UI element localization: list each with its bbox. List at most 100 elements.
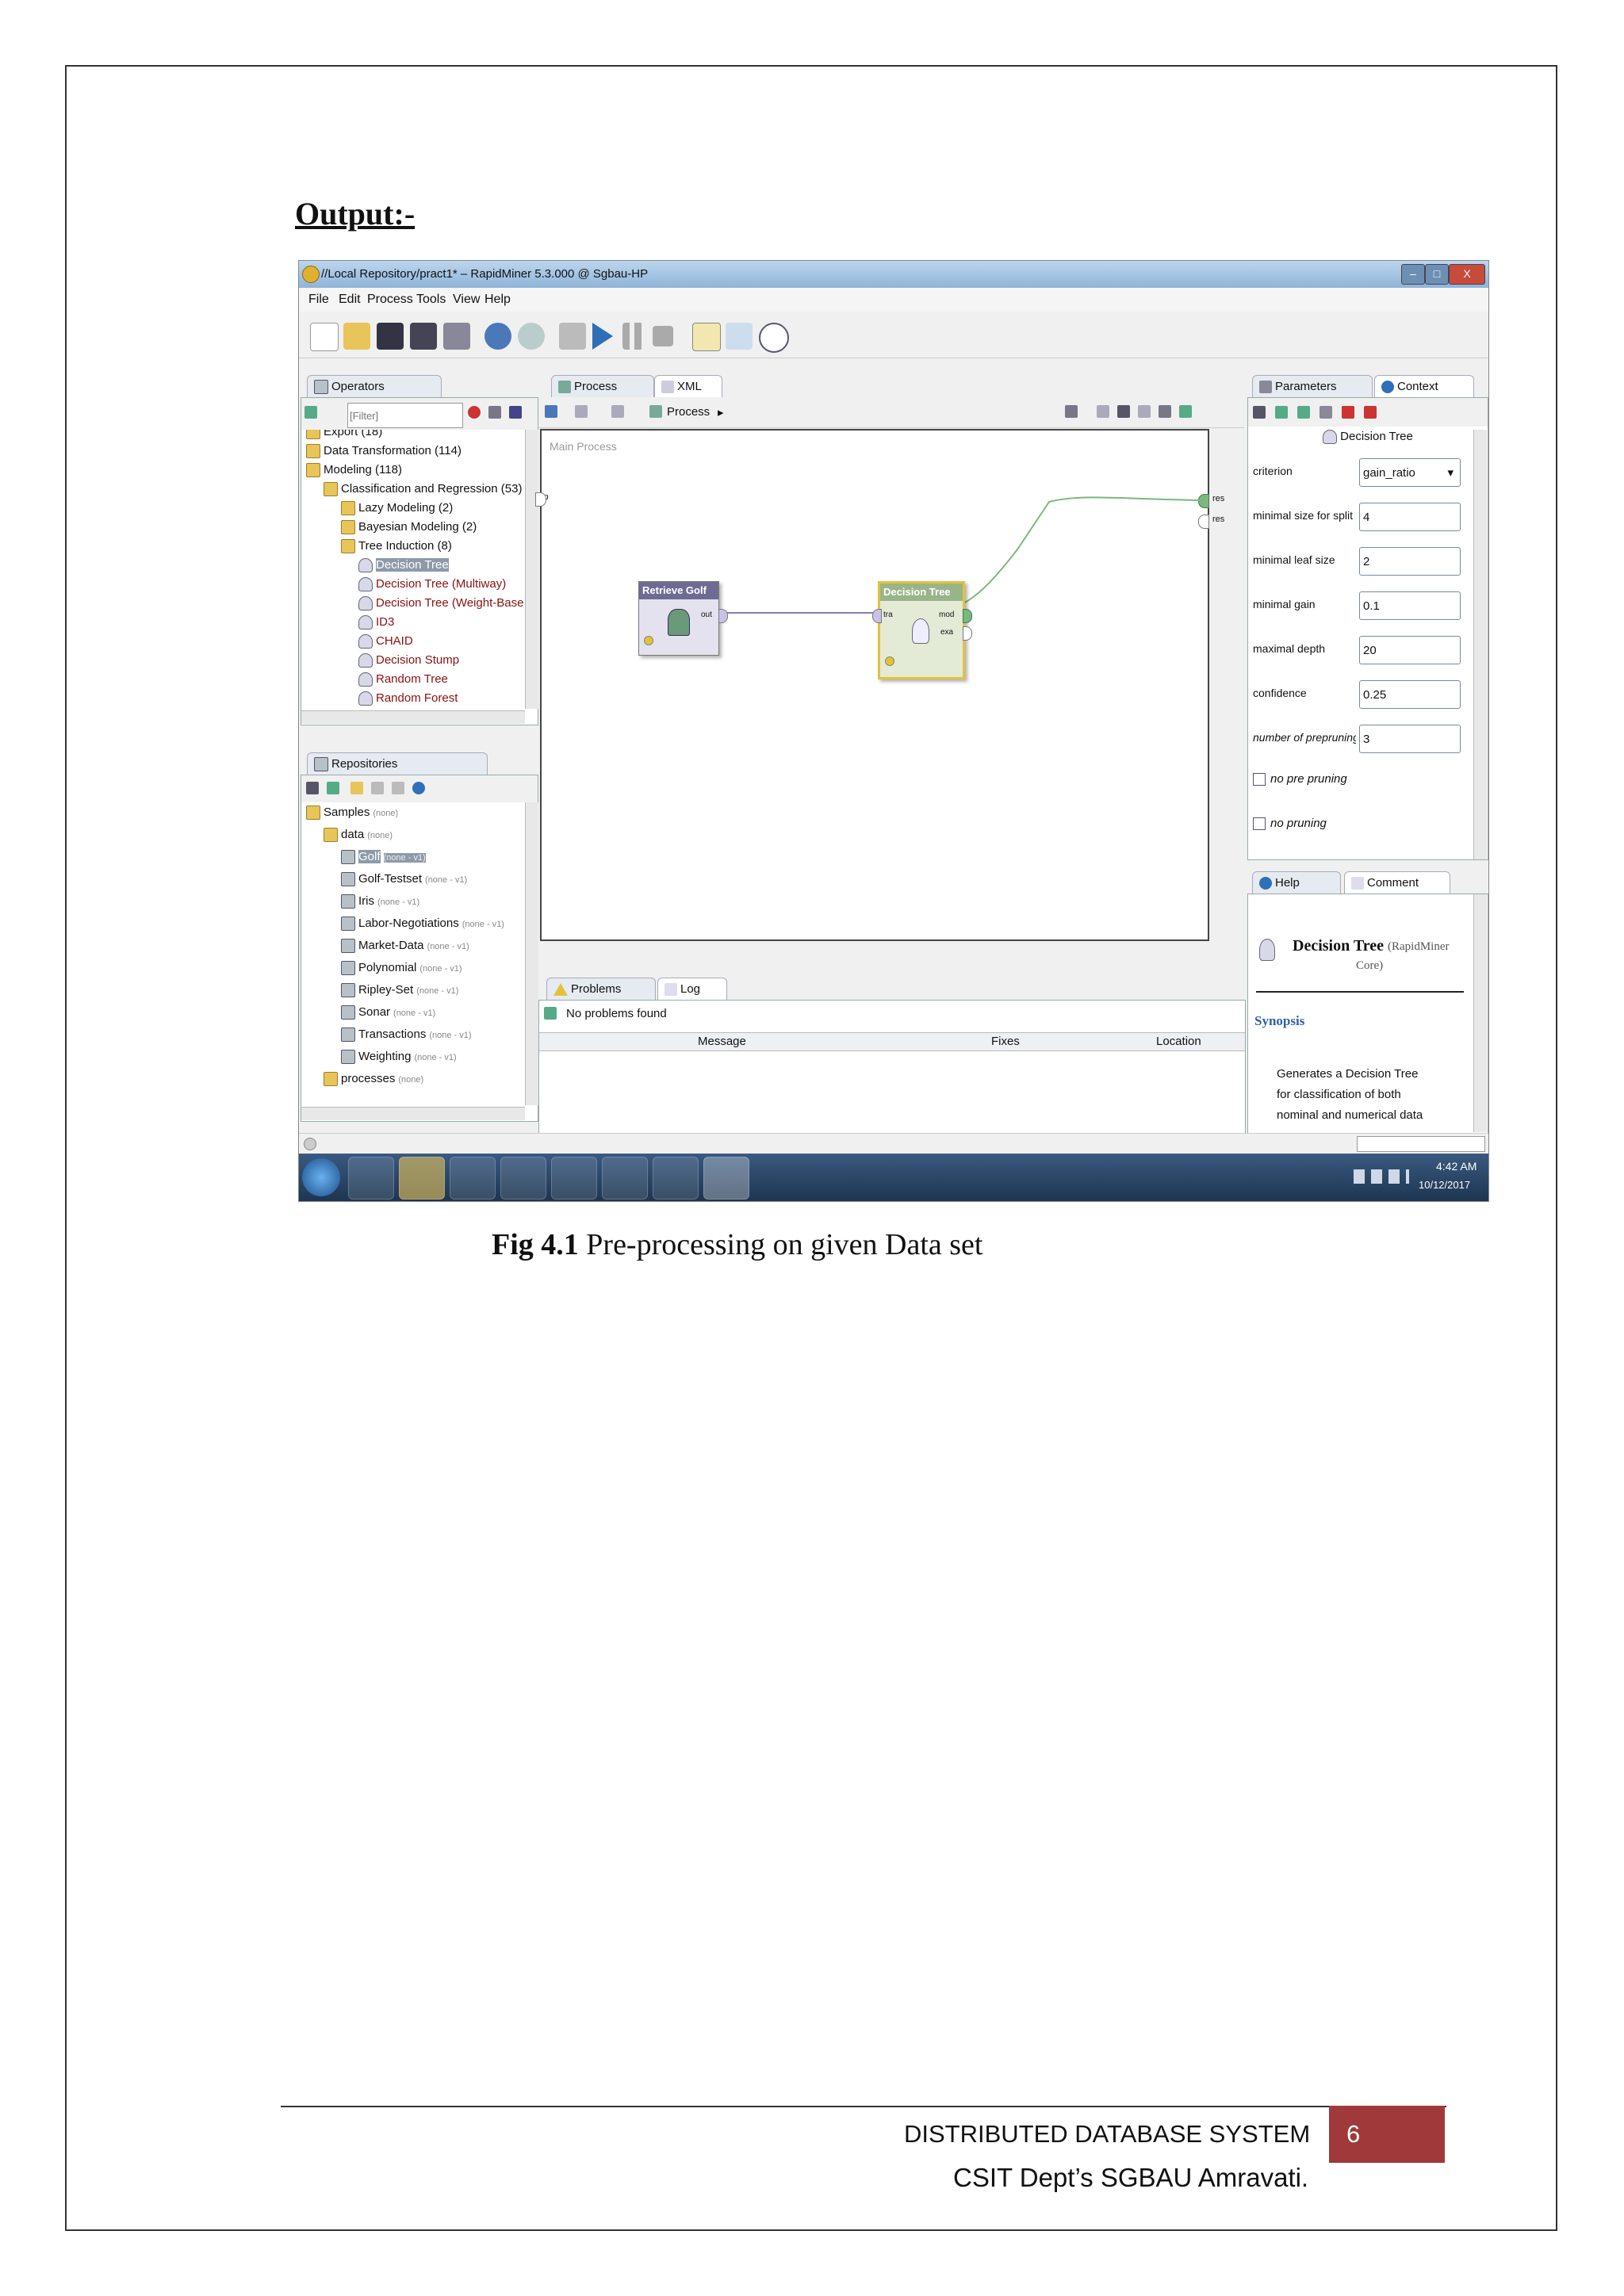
repository-tree-item[interactable]: Samples (none) bbox=[306, 806, 398, 821]
repository-tree-item[interactable]: Golf-Testset (none - v1) bbox=[341, 872, 467, 887]
open-repo-folder-icon[interactable] bbox=[350, 782, 363, 794]
repository-tree-item[interactable]: Sonar (none - v1) bbox=[341, 1005, 435, 1020]
file-explorer-icon[interactable] bbox=[399, 1157, 445, 1200]
operator-tree-item[interactable]: Data Transformation (114) bbox=[306, 444, 462, 459]
menu-view[interactable]: View bbox=[453, 293, 480, 307]
column-message[interactable]: Message bbox=[698, 1035, 746, 1048]
operator-tree-item[interactable]: Decision Tree (Weight-Based) bbox=[358, 596, 523, 611]
new-operator-icon[interactable] bbox=[304, 406, 317, 419]
decision-tree-operator[interactable]: Decision Tree tra mod exa bbox=[872, 581, 972, 679]
param-tool-4-icon[interactable] bbox=[1342, 406, 1354, 419]
start-button-icon[interactable] bbox=[302, 1158, 340, 1196]
sync-icon[interactable] bbox=[412, 782, 425, 794]
stop-all-icon[interactable] bbox=[559, 323, 586, 350]
operator-tree-item[interactable]: Modeling (118) bbox=[306, 463, 402, 478]
save-as-icon[interactable] bbox=[410, 323, 437, 350]
parameter-input[interactable]: 3 bbox=[1359, 725, 1461, 753]
repository-tree-item[interactable]: Golf (none - v1) bbox=[341, 850, 426, 865]
auto-wire-icon[interactable] bbox=[1065, 405, 1078, 418]
fit-icon[interactable] bbox=[1138, 405, 1151, 418]
operators-scrollbar-h[interactable] bbox=[301, 710, 525, 724]
clear-filter-icon[interactable] bbox=[468, 406, 481, 419]
operator-tree-item[interactable]: ID3 bbox=[358, 615, 394, 630]
repository-tree-item[interactable]: Weighting (none - v1) bbox=[341, 1050, 457, 1065]
parameter-checkbox[interactable]: no pruning bbox=[1253, 817, 1327, 831]
internet-explorer-icon[interactable] bbox=[348, 1157, 394, 1200]
process-canvas[interactable]: Main Process inp res res Retrieve Golf o… bbox=[535, 429, 1224, 941]
up-arrow-icon[interactable] bbox=[611, 405, 624, 418]
operator-tree-item[interactable]: Random Forest bbox=[358, 691, 458, 706]
tab-parameters[interactable]: Parameters bbox=[1252, 375, 1373, 397]
operator-tree-item[interactable]: Decision Tree bbox=[358, 558, 449, 573]
minimize-button[interactable]: – bbox=[1401, 264, 1425, 285]
tab-log[interactable]: Log bbox=[657, 978, 727, 1000]
help-scrollbar-v[interactable] bbox=[1473, 894, 1487, 1132]
operator-tree-item[interactable]: CHAID bbox=[358, 634, 413, 649]
parameter-input[interactable]: 0.1 bbox=[1359, 591, 1461, 620]
repositories-scrollbar-v[interactable] bbox=[525, 802, 538, 1105]
parameter-input[interactable]: 2 bbox=[1359, 547, 1461, 576]
menu-tools[interactable]: Tools bbox=[416, 293, 446, 307]
save-icon[interactable] bbox=[377, 323, 404, 350]
operator-tree-item[interactable]: Tree Induction (8) bbox=[341, 539, 452, 554]
maximize-button[interactable]: □ bbox=[1425, 264, 1449, 285]
close-button[interactable]: X bbox=[1449, 264, 1485, 285]
repository-tree-item[interactable]: Ripley-Set (none - v1) bbox=[341, 983, 458, 998]
param-tool-5-icon[interactable] bbox=[1364, 406, 1377, 419]
tab-operators[interactable]: Operators bbox=[307, 375, 442, 397]
repository-tree-item[interactable]: processes (none) bbox=[324, 1072, 423, 1087]
operator-tree-item[interactable]: Decision Stump bbox=[358, 653, 459, 668]
tab-xml[interactable]: XML bbox=[654, 375, 722, 397]
import-icon[interactable] bbox=[327, 782, 339, 794]
menu-help[interactable]: Help bbox=[485, 293, 511, 307]
repository-tree-item[interactable]: Transactions (none - v1) bbox=[341, 1027, 472, 1043]
breadcrumb[interactable]: Process bbox=[667, 405, 710, 419]
delete-entry-icon[interactable] bbox=[392, 782, 404, 794]
parameters-scrollbar-v[interactable] bbox=[1473, 430, 1487, 859]
rapidminer-taskbar-icon[interactable] bbox=[703, 1157, 749, 1200]
info-icon[interactable] bbox=[759, 323, 789, 353]
repository-tree-item[interactable]: Iris (none - v1) bbox=[341, 894, 419, 909]
glasses-app-icon[interactable] bbox=[602, 1157, 648, 1200]
repository-tree-item[interactable]: data (none) bbox=[324, 828, 393, 843]
menu-edit[interactable]: Edit bbox=[339, 293, 361, 307]
operators-filter-input[interactable] bbox=[347, 403, 463, 428]
add-repository-icon[interactable] bbox=[306, 782, 319, 794]
chrome-icon[interactable] bbox=[551, 1157, 597, 1200]
column-location[interactable]: Location bbox=[1156, 1035, 1201, 1048]
tab-process[interactable]: Process bbox=[551, 375, 654, 397]
back-arrow-icon[interactable] bbox=[545, 405, 557, 418]
menu-file[interactable]: File bbox=[308, 293, 329, 307]
pause-icon[interactable] bbox=[622, 323, 643, 350]
design-view-icon[interactable] bbox=[692, 323, 721, 351]
tab-problems[interactable]: Problems bbox=[546, 978, 656, 1000]
results-view-icon[interactable] bbox=[726, 323, 753, 350]
operator-tree-item[interactable]: Random Tree bbox=[358, 672, 448, 687]
parameter-input[interactable]: 4 bbox=[1359, 503, 1461, 531]
forward-arrow-icon[interactable] bbox=[575, 405, 588, 418]
retrieve-golf-operator[interactable]: Retrieve Golf out bbox=[638, 581, 728, 656]
print-icon[interactable] bbox=[443, 323, 470, 350]
tree-input-port[interactable] bbox=[872, 609, 882, 623]
order-icon[interactable] bbox=[1117, 405, 1130, 418]
repository-tree-item[interactable]: Polynomial (none - v1) bbox=[341, 961, 462, 976]
comment-icon[interactable] bbox=[1159, 405, 1171, 418]
param-tool-3-icon[interactable] bbox=[1320, 406, 1332, 419]
sort-icon[interactable] bbox=[509, 406, 522, 419]
operator-tree-item[interactable]: Decision Tree (Multiway) bbox=[358, 577, 506, 592]
menu-process[interactable]: Process bbox=[367, 293, 413, 307]
param-tool-1-icon[interactable] bbox=[1275, 406, 1288, 419]
operator-tree-item[interactable]: Export (18) bbox=[306, 430, 382, 440]
arrange-icon[interactable] bbox=[1097, 405, 1109, 418]
operators-scrollbar-v[interactable] bbox=[525, 430, 538, 709]
column-fixes[interactable]: Fixes bbox=[991, 1035, 1020, 1048]
expert-mode-icon[interactable] bbox=[1253, 406, 1266, 419]
open-folder-icon[interactable] bbox=[343, 323, 370, 350]
repository-tree-item[interactable]: Labor-Negotiations (none - v1) bbox=[341, 916, 504, 932]
operator-tree-item[interactable]: Lazy Modeling (2) bbox=[341, 501, 453, 516]
parameter-input[interactable]: 20 bbox=[1359, 636, 1461, 664]
stop-icon[interactable] bbox=[653, 326, 673, 346]
run-icon[interactable] bbox=[592, 323, 613, 350]
repository-tree-item[interactable]: Market-Data (none - v1) bbox=[341, 939, 469, 954]
tab-context[interactable]: Context bbox=[1374, 375, 1474, 397]
